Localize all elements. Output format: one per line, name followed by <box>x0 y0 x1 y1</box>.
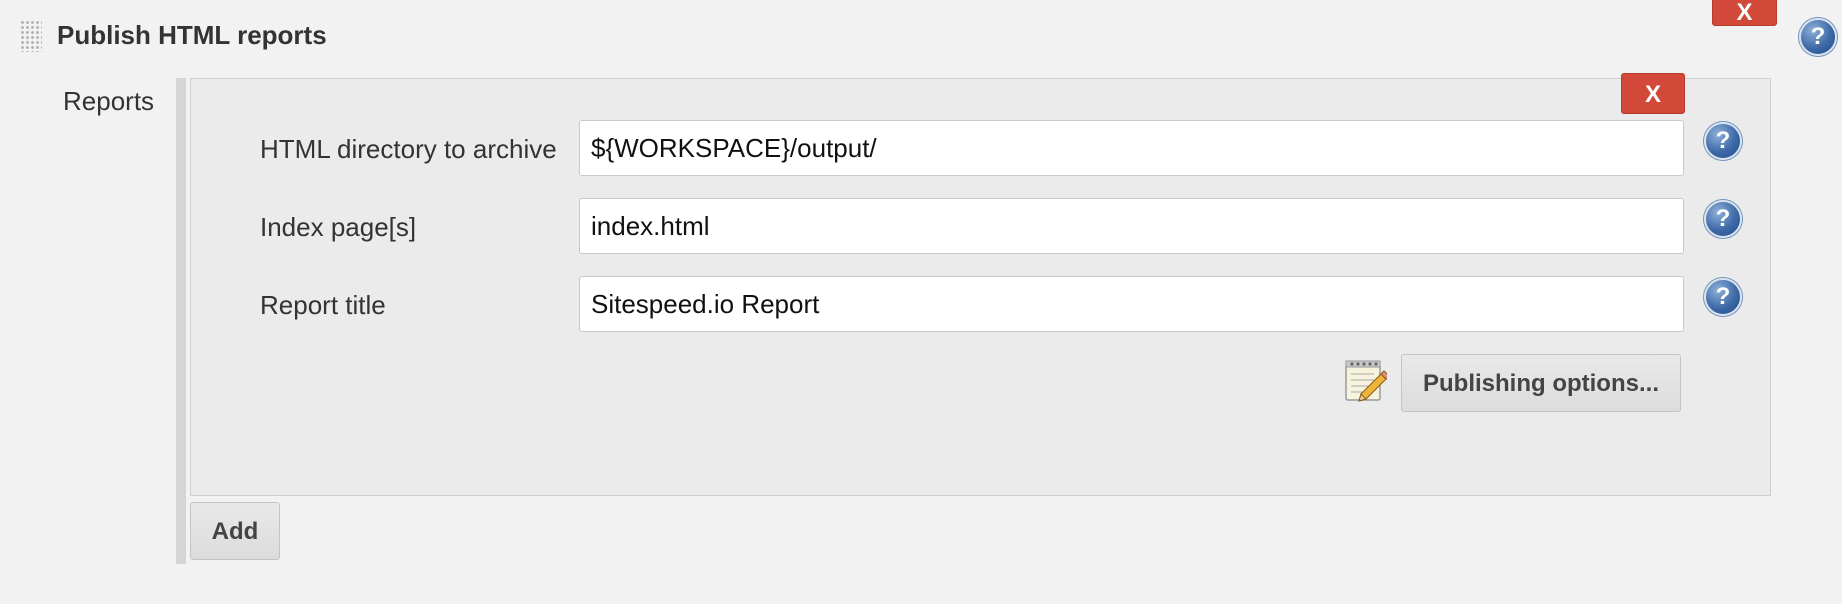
report-title-input[interactable] <box>579 276 1684 332</box>
html-directory-input[interactable] <box>579 120 1684 176</box>
drag-handle-icon[interactable] <box>20 20 42 52</box>
notepad-pencil-icon <box>1345 360 1387 402</box>
delete-section-button[interactable]: X <box>1712 0 1777 26</box>
section-help-icon[interactable]: ? <box>1799 18 1837 56</box>
html-directory-label: HTML directory to archive <box>260 134 557 164</box>
publish-html-reports-section: Publish HTML reports X ? Reports X HTML … <box>0 0 1842 604</box>
index-pages-label: Index page[s] <box>260 212 417 242</box>
repeated-group-bar <box>176 78 186 564</box>
section-title: Publish HTML reports <box>57 20 327 50</box>
delete-report-button[interactable]: X <box>1621 73 1685 114</box>
index-pages-help-icon[interactable]: ? <box>1704 200 1742 238</box>
report-title-help-icon[interactable]: ? <box>1704 278 1742 316</box>
publishing-options-button[interactable]: Publishing options... <box>1401 354 1681 412</box>
report-title-label: Report title <box>260 290 386 320</box>
reports-label: Reports <box>63 86 155 116</box>
add-report-button[interactable]: Add <box>190 502 280 560</box>
index-pages-input[interactable] <box>579 198 1684 254</box>
html-directory-help-icon[interactable]: ? <box>1704 122 1742 160</box>
